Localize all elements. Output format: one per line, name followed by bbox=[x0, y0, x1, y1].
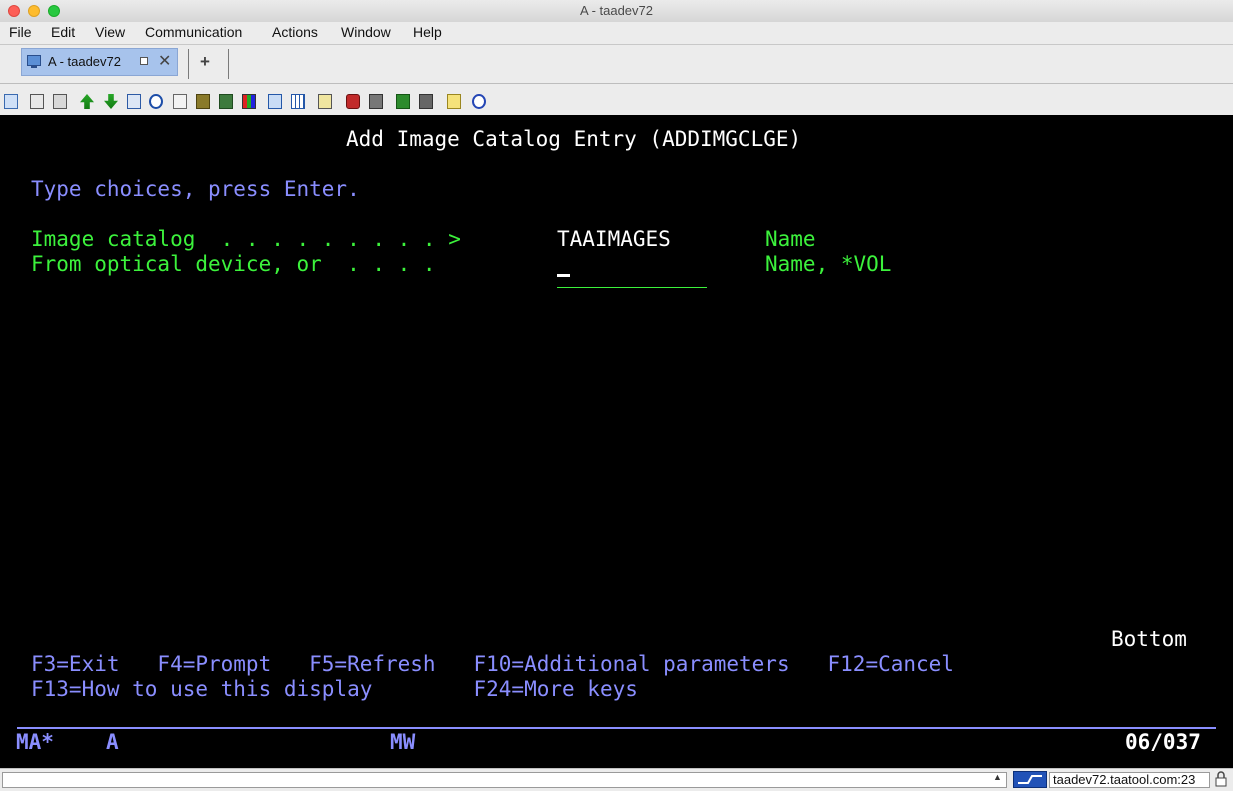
function-keys-line-1: F3=Exit F4=Prompt F5=Refresh F10=Additio… bbox=[31, 652, 954, 676]
scroll-up-icon[interactable]: ▲ bbox=[993, 772, 1002, 782]
menu-view[interactable]: View bbox=[95, 24, 125, 40]
oia-divider bbox=[17, 727, 1216, 729]
menu-communication[interactable]: Communication bbox=[145, 24, 242, 40]
keyboard-map-icon[interactable] bbox=[291, 94, 305, 109]
status-message-field bbox=[2, 772, 1007, 788]
function-keys-line-2: F13=How to use this display F24=More key… bbox=[31, 677, 638, 701]
menu-bar: File Edit View Communication Actions Win… bbox=[0, 22, 1233, 45]
image-catalog-hint: Name bbox=[765, 227, 816, 251]
new-tab-button[interactable]: + bbox=[200, 52, 210, 72]
menu-help[interactable]: Help bbox=[413, 24, 442, 40]
calendar-icon[interactable] bbox=[318, 94, 332, 109]
status-bar: ▲ taadev72.taatool.com:23 bbox=[0, 768, 1233, 791]
notes-icon[interactable] bbox=[447, 94, 461, 109]
menu-actions[interactable]: Actions bbox=[272, 24, 318, 40]
paste-icon[interactable] bbox=[53, 94, 67, 109]
session-tab[interactable]: A - taadev72 ✕ bbox=[21, 48, 178, 76]
screen-title: Add Image Catalog Entry (ADDIMGCLGE) bbox=[346, 127, 802, 151]
color-icon[interactable] bbox=[242, 94, 256, 109]
session-tab-label: A - taadev72 bbox=[48, 54, 121, 69]
print-screen-icon[interactable] bbox=[173, 94, 187, 109]
copy-append-icon[interactable] bbox=[30, 94, 44, 109]
menu-file[interactable]: File bbox=[9, 24, 32, 40]
menu-edit[interactable]: Edit bbox=[51, 24, 75, 40]
window-title: A - taadev72 bbox=[580, 3, 653, 18]
lock-icon bbox=[1213, 771, 1229, 787]
image-catalog-field[interactable]: TAAIMAGES bbox=[557, 227, 671, 252]
optical-device-hint: Name, *VOL bbox=[765, 252, 892, 276]
oia-status: MA* bbox=[16, 730, 54, 754]
send-file-icon[interactable] bbox=[80, 94, 94, 109]
optical-device-field[interactable] bbox=[557, 263, 707, 288]
oia-session: A bbox=[106, 730, 119, 754]
instruction-text: Type choices, press Enter. bbox=[31, 177, 360, 201]
record-macro-icon[interactable] bbox=[346, 94, 360, 109]
print-icon[interactable] bbox=[127, 94, 141, 109]
optical-device-label: From optical device, or . . . . bbox=[31, 252, 436, 276]
oia-mode: MW bbox=[390, 730, 416, 754]
help-icon[interactable] bbox=[472, 94, 486, 109]
terminal-screen[interactable]: Add Image Catalog Entry (ADDIMGCLGE) Typ… bbox=[0, 115, 1233, 768]
copy-icon[interactable] bbox=[4, 94, 18, 109]
monitor-icon bbox=[27, 55, 41, 68]
host-address: taadev72.taatool.com:23 bbox=[1049, 772, 1210, 788]
image-catalog-label: Image catalog . . . . . . . . . > bbox=[31, 227, 474, 251]
session-icon[interactable] bbox=[268, 94, 282, 109]
position-indicator: Bottom bbox=[1111, 627, 1187, 651]
toolbar bbox=[0, 90, 1233, 114]
keypad-icon[interactable] bbox=[219, 94, 233, 109]
macro-icon[interactable] bbox=[196, 94, 210, 109]
float-tab-icon[interactable] bbox=[140, 57, 148, 65]
tab-separator bbox=[188, 49, 189, 79]
tab-separator bbox=[228, 49, 229, 79]
play-macro-icon[interactable] bbox=[396, 94, 410, 109]
menu-window[interactable]: Window bbox=[341, 24, 391, 40]
navigator-icon[interactable] bbox=[149, 94, 163, 109]
connection-status-icon bbox=[1013, 771, 1047, 788]
session-tab-bar: A - taadev72 ✕ + bbox=[0, 45, 1233, 84]
close-tab-icon[interactable]: ✕ bbox=[158, 51, 171, 71]
cursor-position: 06/037 bbox=[1125, 730, 1201, 754]
text-cursor bbox=[557, 274, 570, 277]
stop-macro-icon[interactable] bbox=[369, 94, 383, 109]
receive-file-icon[interactable] bbox=[104, 94, 118, 109]
pause-macro-icon[interactable] bbox=[419, 94, 433, 109]
title-bar: A - taadev72 bbox=[0, 0, 1233, 23]
